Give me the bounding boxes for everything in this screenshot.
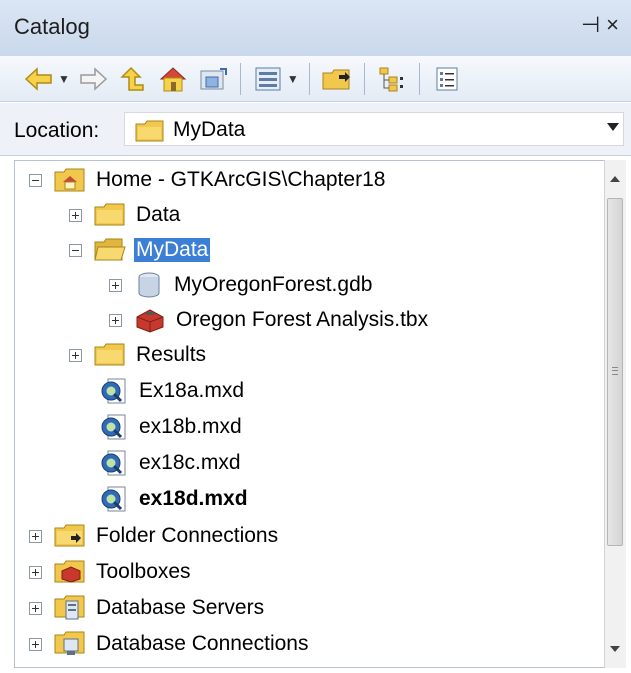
chevron-down-icon[interactable] [607, 123, 619, 131]
expand-icon[interactable] [29, 529, 42, 543]
toolbar-separator [363, 62, 365, 95]
home-icon [159, 66, 187, 91]
tree-item-gdb[interactable]: MyOregonForest.gdb [109, 268, 374, 302]
up-one-level-icon [120, 66, 144, 91]
tree-item-data[interactable]: Data [69, 198, 182, 232]
map-document-icon [99, 413, 129, 441]
location-value: MyData [173, 118, 246, 141]
tree-item-mydata[interactable]: MyData [69, 233, 211, 267]
tree-label: Database Connections [96, 632, 309, 655]
expand-icon[interactable] [29, 565, 42, 579]
back-arrow-icon [24, 66, 52, 91]
catalog-tree: Home - GTKArcGIS\Chapter18 Data MyData M… [14, 160, 604, 668]
refresh-folder-icon [200, 67, 227, 89]
tree-label: ex18b.mxd [139, 415, 242, 438]
tree-item-results[interactable]: Results [69, 338, 208, 372]
expand-icon[interactable] [109, 278, 122, 292]
tree-label: Data [136, 203, 181, 226]
catalog-toolbar: ▼ ▼ [0, 56, 631, 102]
folder-icon [135, 120, 165, 147]
toolbar-separator [239, 62, 241, 95]
expand-icon[interactable] [109, 313, 122, 327]
toolbar-separator [418, 62, 420, 95]
tree-label: Home - GTKArcGIS\Chapter18 [96, 168, 386, 191]
toggle-contents-button[interactable] [375, 61, 409, 97]
toolbar-separator [308, 62, 310, 95]
tree-label: ex18c.mxd [139, 451, 241, 474]
tree-item-tbx[interactable]: Oregon Forest Analysis.tbx [109, 303, 430, 337]
tree-label: Ex18a.mxd [139, 379, 245, 402]
toolboxes-icon [54, 560, 86, 584]
grip-icon [612, 367, 618, 375]
tree-item-ex18c[interactable]: ex18c.mxd [99, 446, 243, 480]
close-icon[interactable]: × [606, 12, 625, 37]
tree-label: Results [136, 343, 207, 366]
tree-label: MyOregonForest.gdb [174, 273, 373, 296]
view-button[interactable] [251, 61, 285, 97]
vertical-scrollbar[interactable] [604, 160, 626, 668]
refresh-button[interactable] [196, 61, 230, 97]
tree-item-folder-connections[interactable]: Folder Connections [29, 519, 280, 553]
map-document-icon [99, 485, 129, 513]
scroll-thumb[interactable] [607, 198, 623, 546]
options-icon [436, 67, 458, 90]
tree-label-selected: MyData [134, 238, 211, 262]
geodatabase-icon [134, 272, 164, 298]
location-bar: Location: MyData [0, 103, 631, 156]
open-folder-icon [94, 238, 126, 262]
map-document-icon [99, 449, 129, 477]
map-document-icon [99, 377, 129, 405]
folder-connection-icon [54, 524, 86, 548]
tree-item-ex18b[interactable]: ex18b.mxd [99, 410, 244, 444]
tree-item-database-servers[interactable]: Database Servers [29, 591, 266, 625]
location-label: Location: [14, 119, 100, 142]
database-connections-icon [54, 631, 86, 657]
collapse-icon[interactable] [69, 243, 82, 257]
tree-label: ex18d.mxd [139, 487, 248, 510]
expand-icon[interactable] [29, 637, 42, 651]
connect-folder-button[interactable] [320, 61, 354, 97]
back-button[interactable] [22, 61, 56, 97]
up-one-level-button[interactable] [116, 61, 150, 97]
connect-folder-icon [322, 69, 350, 89]
scroll-down-icon[interactable] [610, 646, 620, 652]
folder-icon [94, 203, 126, 227]
tree-label: Folder Connections [96, 524, 279, 547]
forward-button[interactable] [76, 61, 110, 97]
pin-icon[interactable]: ⊣ [581, 12, 606, 37]
collapse-icon[interactable] [29, 173, 42, 187]
catalog-title-bar: Catalog ⊣× [0, 0, 631, 57]
tree-label: Toolboxes [96, 560, 191, 583]
toolbox-icon [134, 307, 166, 333]
expand-icon[interactable] [29, 601, 42, 615]
expand-icon[interactable] [69, 208, 82, 222]
tree-label: Oregon Forest Analysis.tbx [176, 308, 429, 331]
title-controls: ⊣× [581, 12, 625, 38]
back-dropdown-icon[interactable]: ▼ [58, 72, 70, 86]
forward-arrow-icon [80, 66, 108, 91]
tree-item-ex18a[interactable]: Ex18a.mxd [99, 374, 246, 408]
tree-item-database-connections[interactable]: Database Connections [29, 627, 310, 661]
home-folder-icon [54, 167, 86, 193]
tree-item-home[interactable]: Home - GTKArcGIS\Chapter18 [29, 163, 387, 197]
tree-item-ex18d[interactable]: ex18d.mxd [99, 482, 250, 516]
view-details-icon [255, 67, 281, 90]
tree-label: Database Servers [96, 596, 265, 619]
home-button[interactable] [156, 61, 190, 97]
scroll-up-icon[interactable] [610, 176, 620, 182]
window-title: Catalog [14, 14, 90, 39]
location-combobox[interactable]: MyData [124, 112, 624, 146]
database-servers-icon [54, 595, 86, 621]
folder-icon [94, 343, 126, 367]
toggle-contents-icon [379, 67, 403, 91]
view-dropdown-icon[interactable]: ▼ [287, 72, 299, 86]
expand-icon[interactable] [69, 348, 82, 362]
options-button[interactable] [430, 61, 464, 97]
tree-item-toolboxes[interactable]: Toolboxes [29, 555, 193, 589]
